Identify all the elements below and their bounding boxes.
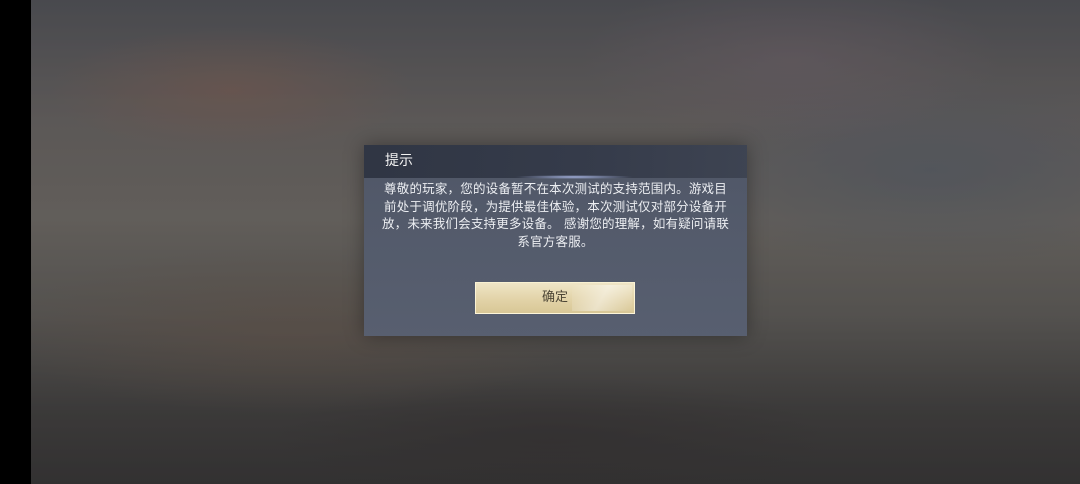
header-glow-decoration bbox=[514, 175, 634, 179]
screen-edge bbox=[0, 0, 31, 484]
device-unsupported-dialog: 提示 尊敬的玩家，您的设备暂不在本次测试的支持范围内。游戏目前处于调优阶段，为提… bbox=[364, 145, 747, 336]
dialog-title: 提示 bbox=[385, 153, 413, 169]
confirm-button[interactable]: 确定 bbox=[475, 282, 635, 314]
dialog-message: 尊敬的玩家，您的设备暂不在本次测试的支持范围内。游戏目前处于调优阶段，为提供最佳… bbox=[381, 181, 730, 249]
dialog-header: 提示 bbox=[364, 145, 747, 178]
game-screen: 提示 尊敬的玩家，您的设备暂不在本次测试的支持范围内。游戏目前处于调优阶段，为提… bbox=[0, 0, 1080, 484]
confirm-button-label: 确定 bbox=[541, 290, 568, 305]
